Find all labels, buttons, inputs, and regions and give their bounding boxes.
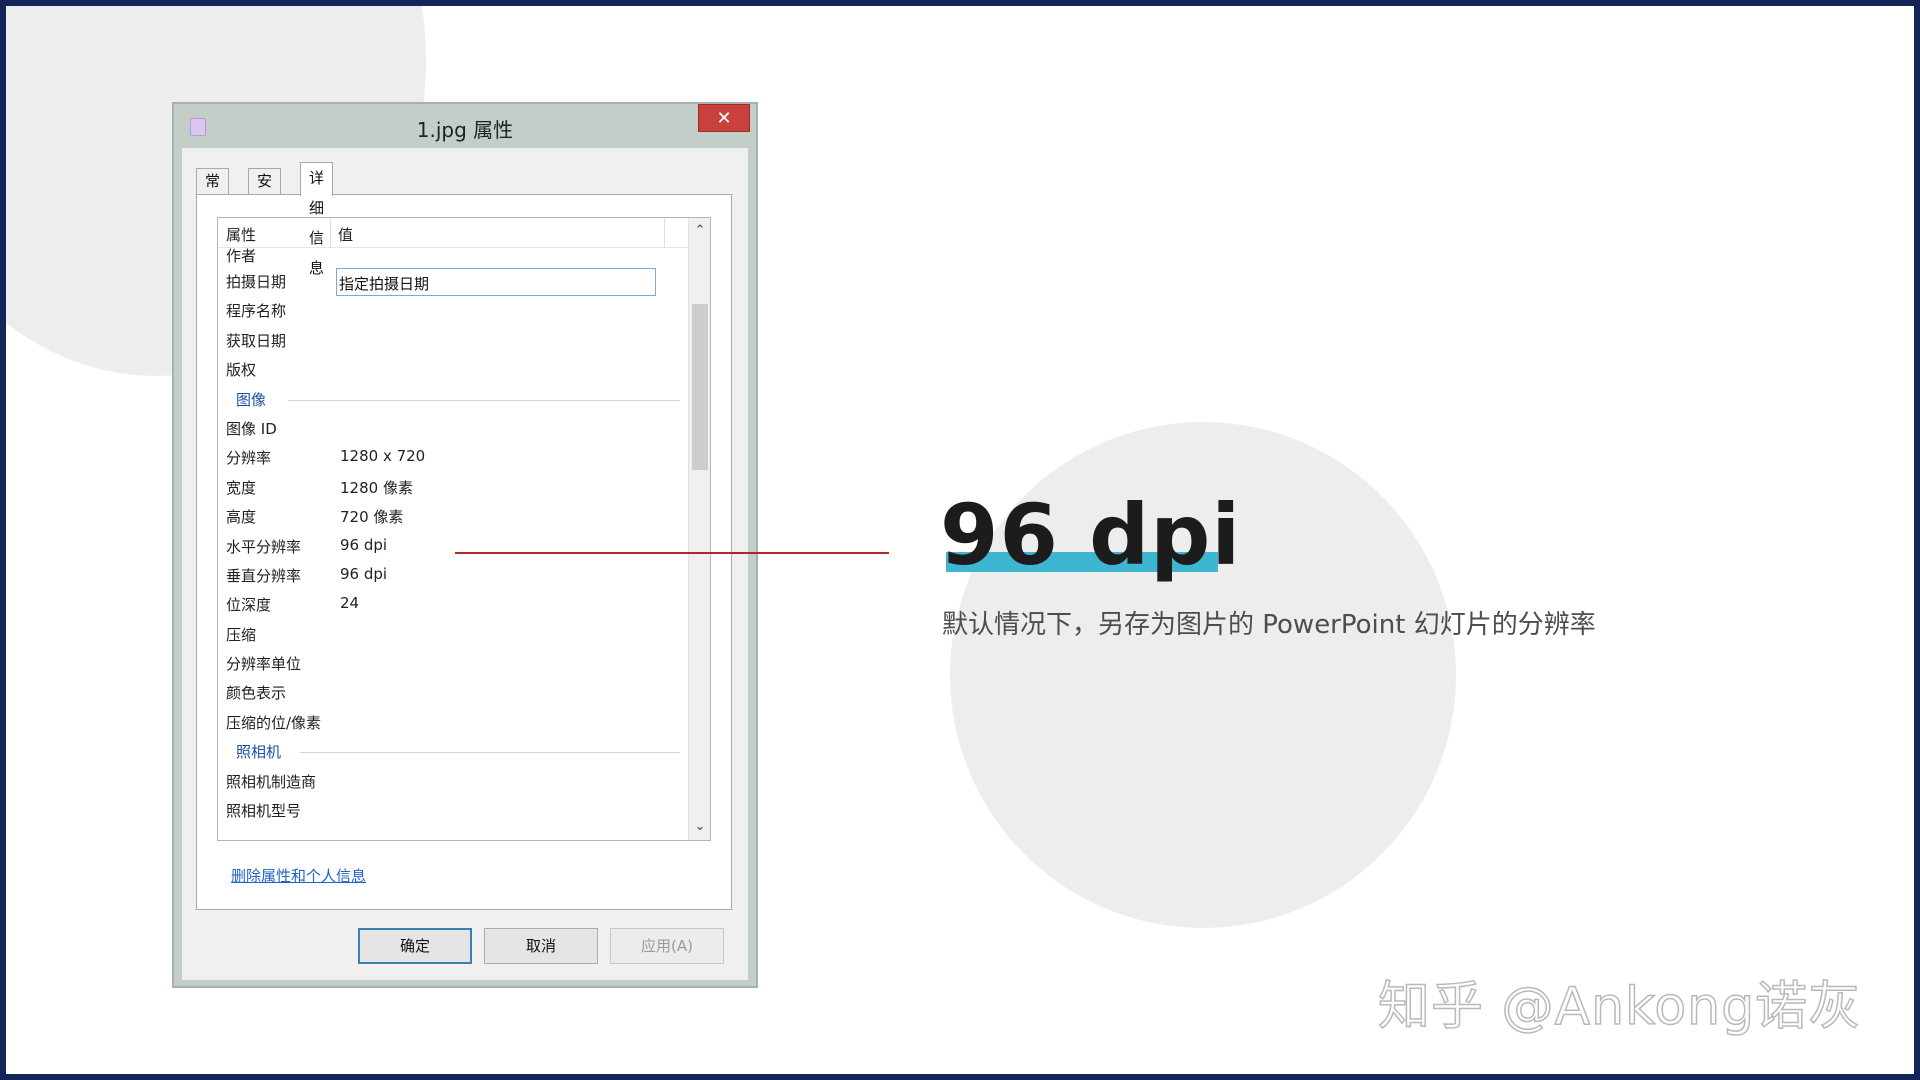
property-name: 压缩的位/像素	[226, 713, 322, 732]
property-name: 获取日期	[226, 331, 287, 350]
property-name: 程序名称	[226, 302, 287, 321]
property-name: 照相机型号	[226, 802, 302, 821]
property-name: 压缩	[226, 625, 257, 644]
list-item-horizontal-resolution[interactable]: 水平分辨率 96 dpi	[218, 532, 688, 561]
list-item[interactable]: 高度 720 像素	[218, 502, 688, 531]
apply-button[interactable]: 应用(A)	[610, 928, 724, 964]
chevron-down-icon[interactable]: ⌄	[689, 816, 710, 838]
group-label: 图像	[236, 390, 267, 409]
callout-description: 默认情况下，另存为图片的 PowerPoint 幻灯片的分辨率	[942, 610, 1596, 640]
property-name: 拍摄日期	[226, 273, 287, 291]
dialog-client: 常规 安全 详细信息 属性 值 作者	[182, 148, 748, 980]
dialog-title: 1.jpg 属性	[416, 118, 514, 142]
property-value: 24	[340, 594, 360, 613]
headline-text: 96 dpi	[940, 486, 1242, 584]
cancel-button[interactable]: 取消	[484, 928, 598, 964]
property-name: 分辨率单位	[226, 655, 302, 674]
group-divider	[288, 399, 680, 401]
property-name: 分辨率	[226, 449, 272, 468]
callout-headline: 96 dpi	[940, 482, 1300, 592]
scroll-thumb[interactable]	[692, 304, 708, 470]
column-divider[interactable]	[330, 218, 331, 248]
list-item[interactable]: 作者	[218, 247, 688, 267]
property-name: 位深度	[226, 596, 272, 615]
vertical-scrollbar[interactable]: ⌃ ⌄	[688, 218, 710, 840]
list-item[interactable]: 图像 ID	[218, 414, 688, 443]
date-taken-input[interactable]: 指定拍摄日期	[336, 268, 656, 296]
list-item[interactable]: 获取日期	[218, 326, 688, 355]
property-name: 颜色表示	[226, 684, 287, 703]
property-name: 照相机制造商	[226, 772, 317, 791]
list-item[interactable]: 照相机制造商	[218, 767, 688, 796]
chevron-up-icon[interactable]: ⌃	[689, 220, 710, 242]
column-header-value[interactable]: 值	[338, 224, 353, 245]
list-header: 属性 值	[218, 218, 688, 248]
title-bar[interactable]: 1.jpg 属性 ✕	[174, 104, 756, 148]
list-item[interactable]: 垂直分辨率 96 dpi	[218, 561, 688, 590]
callout-line	[455, 552, 889, 554]
list-item[interactable]: 照相机型号	[218, 796, 688, 825]
properties-list[interactable]: 属性 值 作者 拍摄日期 指定拍摄日期 程序名称 获取日期 版权 图像 图像 I…	[217, 217, 711, 841]
property-name: 水平分辨率	[226, 537, 302, 556]
watermark: 知乎 @Ankong诺灰	[1377, 976, 1862, 1038]
column-header-property[interactable]: 属性	[226, 224, 256, 245]
property-name: 版权	[226, 361, 257, 380]
group-label: 照相机	[236, 743, 282, 762]
properties-dialog: 1.jpg 属性 ✕ 常规 安全 详细信息 属性 值	[172, 102, 758, 988]
property-name: 宽度	[226, 478, 257, 497]
list-item[interactable]: 压缩	[218, 620, 688, 649]
property-value: 96 dpi	[340, 535, 388, 554]
ok-button[interactable]: 确定	[358, 928, 472, 964]
list-item[interactable]: 拍摄日期 指定拍摄日期	[218, 267, 688, 296]
list-item[interactable]: 分辨率单位	[218, 649, 688, 678]
tab-general[interactable]: 常规	[196, 168, 230, 214]
list-item[interactable]: 压缩的位/像素	[218, 708, 688, 737]
property-rows: 作者 拍摄日期 指定拍摄日期 程序名称 获取日期 版权 图像 图像 ID 分辨率…	[218, 247, 688, 825]
property-name: 高度	[226, 508, 257, 527]
property-value: 1280 x 720	[340, 447, 426, 466]
group-header-camera: 照相机	[218, 737, 688, 766]
close-button[interactable]: ✕	[698, 104, 750, 132]
list-item[interactable]: 颜色表示	[218, 678, 688, 707]
property-name: 垂直分辨率	[226, 566, 302, 585]
group-header-image: 图像	[218, 385, 688, 414]
slide: 1.jpg 属性 ✕ 常规 安全 详细信息 属性 值	[6, 6, 1914, 1074]
property-value: 1280 像素	[340, 478, 413, 497]
list-item[interactable]: 分辨率 1280 x 720	[218, 443, 688, 472]
column-divider[interactable]	[664, 218, 665, 248]
list-item[interactable]: 位深度 24	[218, 590, 688, 619]
tab-security[interactable]: 安全	[248, 168, 282, 214]
list-item[interactable]: 版权	[218, 355, 688, 384]
list-item[interactable]: 程序名称	[218, 296, 688, 325]
property-name: 图像 ID	[226, 419, 277, 438]
tab-details[interactable]: 详细信息	[300, 162, 334, 277]
property-name: 作者	[226, 247, 257, 265]
group-divider	[300, 752, 680, 754]
remove-properties-link[interactable]: 删除属性和个人信息	[231, 865, 366, 886]
list-item[interactable]: 宽度 1280 像素	[218, 473, 688, 502]
close-icon: ✕	[716, 108, 732, 129]
property-value: 96 dpi	[340, 564, 388, 583]
property-value: 720 像素	[340, 508, 404, 527]
